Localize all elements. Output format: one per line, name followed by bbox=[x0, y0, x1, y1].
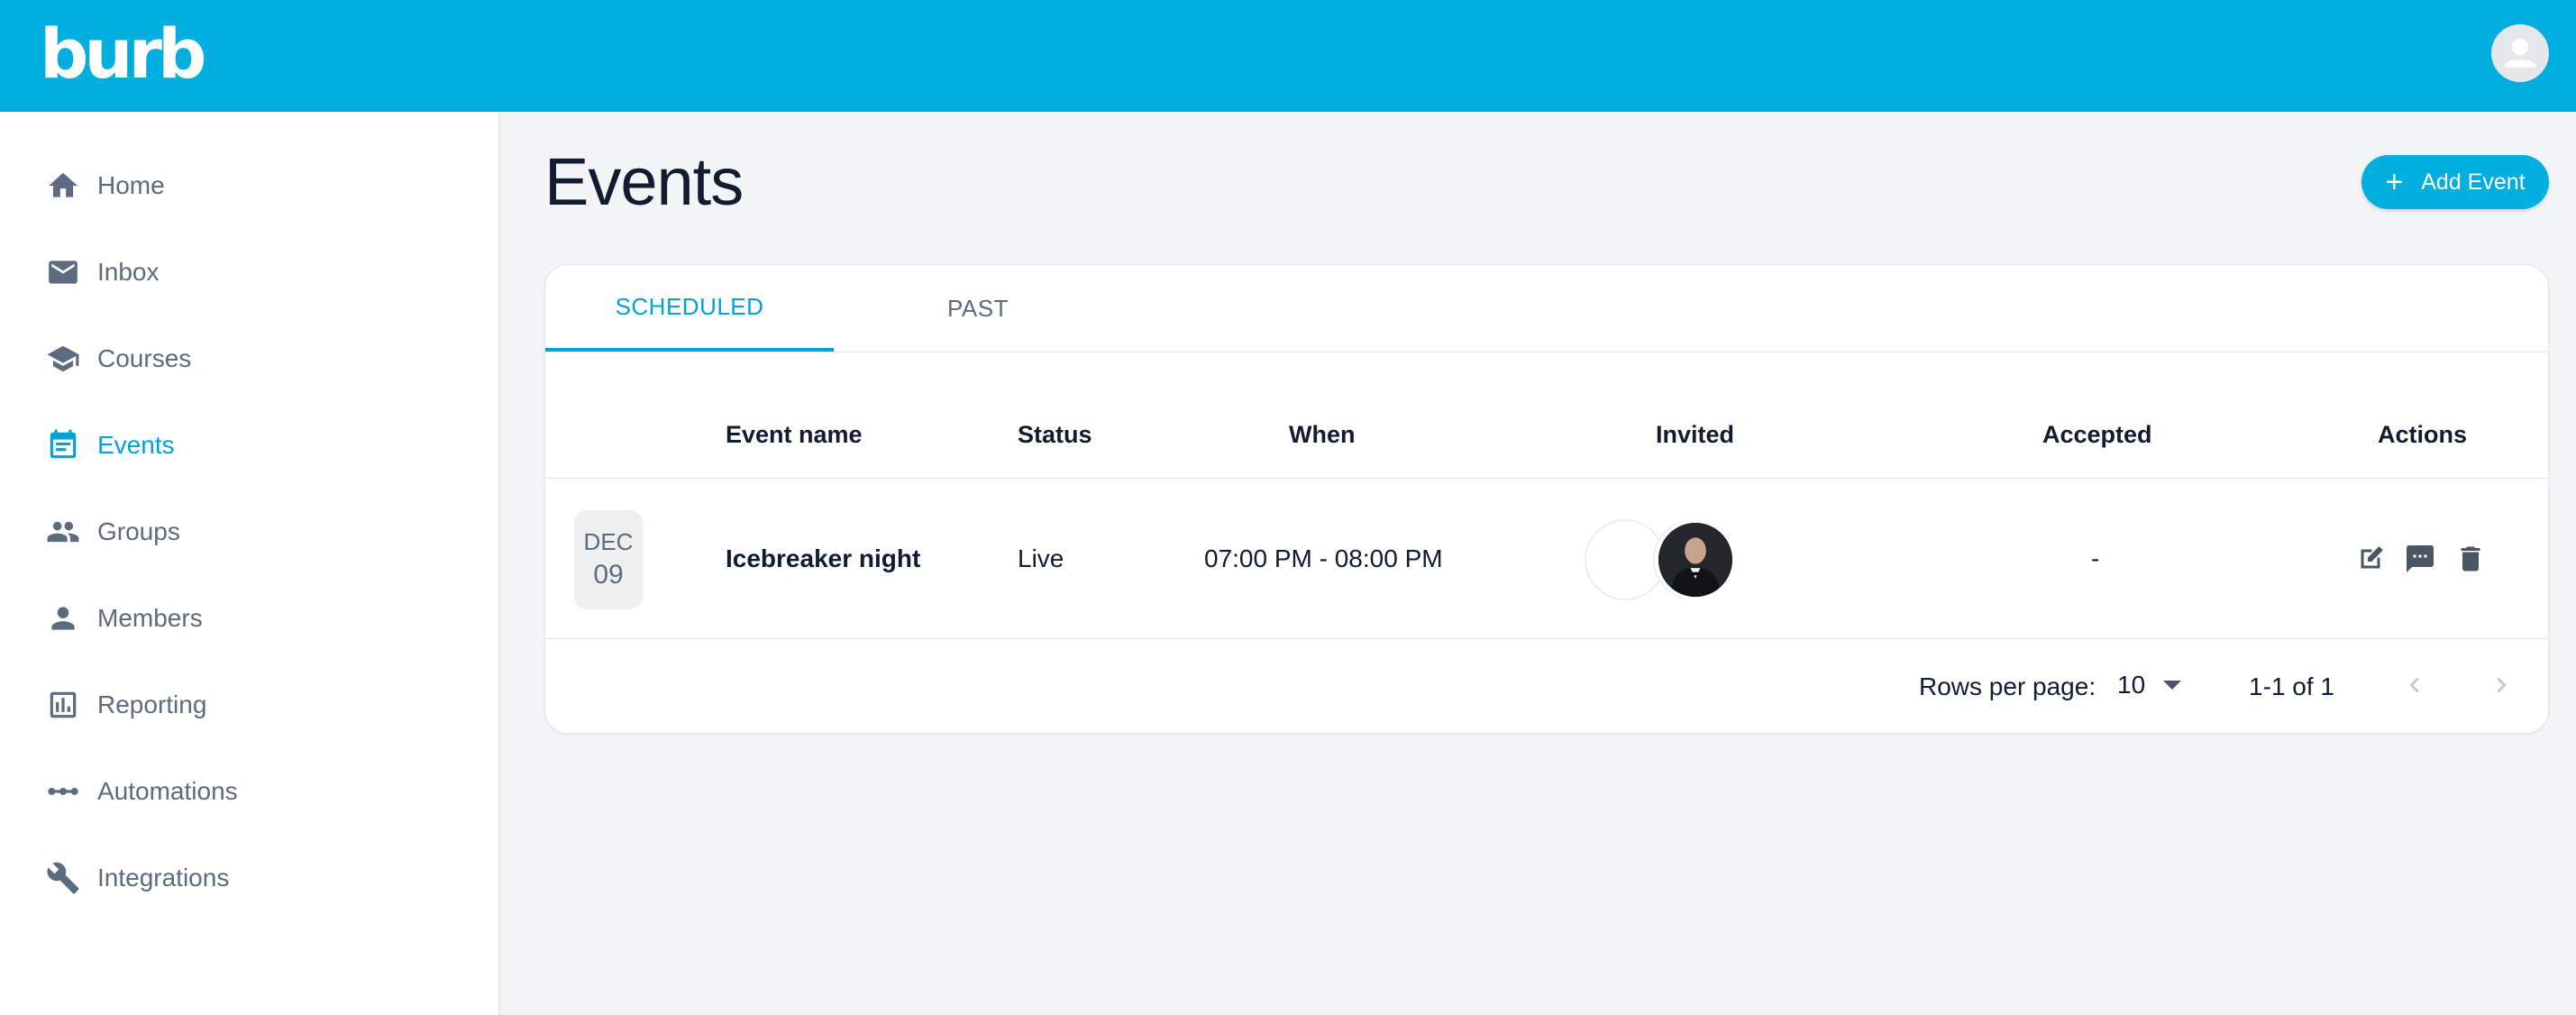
sidebar-item-courses[interactable]: Courses bbox=[0, 323, 498, 395]
next-page-button[interactable] bbox=[2483, 667, 2519, 703]
tab-scheduled[interactable]: SCHEDULED bbox=[545, 265, 834, 352]
column-header-when[interactable]: When bbox=[1289, 416, 1356, 453]
page-title: Events bbox=[544, 144, 744, 219]
column-header-invited[interactable]: Invited bbox=[1656, 416, 1734, 453]
rows-per-page-value: 10 bbox=[2117, 671, 2146, 699]
rows-per-page-label: Rows per page: bbox=[1919, 672, 2096, 700]
sidebar-item-inbox[interactable]: Inbox bbox=[0, 236, 498, 308]
top-bar: burb bbox=[0, 0, 2576, 112]
user-avatar-button[interactable] bbox=[2491, 24, 2549, 82]
user-avatar-icon bbox=[2505, 39, 2535, 68]
sidebar-item-label: Members bbox=[97, 604, 203, 632]
tab-past[interactable]: PAST bbox=[834, 265, 1122, 352]
wrench-icon bbox=[45, 860, 81, 896]
person-icon bbox=[45, 600, 81, 636]
automation-icon bbox=[45, 773, 81, 809]
column-header-event-name[interactable]: Event name bbox=[726, 416, 863, 453]
sidebar-item-label: Courses bbox=[97, 344, 192, 372]
person-photo-icon bbox=[1658, 523, 1732, 597]
sidebar-item-label: Inbox bbox=[97, 258, 160, 286]
people-icon bbox=[45, 514, 81, 550]
event-status: Live bbox=[1018, 544, 1064, 572]
sidebar-item-label: Integrations bbox=[97, 864, 230, 892]
delete-event-button[interactable] bbox=[2453, 541, 2489, 577]
event-accepted: - bbox=[2091, 544, 2100, 572]
edit-icon bbox=[2361, 546, 2383, 569]
add-event-button[interactable]: + Add Event bbox=[2361, 155, 2549, 209]
events-table-card: SCHEDULED PAST Event name Status When In… bbox=[544, 264, 2549, 734]
sidebar-item-members[interactable]: Members bbox=[0, 582, 498, 654]
sidebar-item-reporting[interactable]: Reporting bbox=[0, 669, 498, 741]
home-icon bbox=[45, 168, 81, 204]
message-event-button[interactable] bbox=[2402, 541, 2438, 577]
sidebar-item-label: Groups bbox=[97, 517, 180, 545]
event-when: 07:00 PM - 08:00 PM bbox=[1204, 544, 1443, 572]
chart-icon bbox=[45, 687, 81, 723]
edit-event-button[interactable] bbox=[2352, 541, 2389, 577]
chevron-right-icon bbox=[2497, 677, 2507, 693]
burb-logo[interactable]: burb bbox=[40, 9, 206, 99]
sidebar-item-groups[interactable]: Groups bbox=[0, 496, 498, 568]
column-header-actions: Actions bbox=[2378, 421, 2468, 448]
pagination-range: 1-1 of 1 bbox=[2249, 672, 2334, 700]
rows-per-page-select[interactable]: 10 bbox=[2117, 665, 2182, 705]
trash-icon bbox=[2461, 546, 2480, 572]
column-header-status[interactable]: Status bbox=[1018, 416, 1092, 453]
event-month: DEC bbox=[583, 528, 634, 555]
calendar-icon bbox=[45, 427, 81, 463]
mail-icon bbox=[45, 254, 81, 290]
event-date-badge: DEC 09 bbox=[574, 510, 643, 609]
chat-icon bbox=[2407, 545, 2434, 572]
row-divider bbox=[545, 638, 2548, 639]
school-icon bbox=[45, 341, 81, 377]
sidebar-item-label: Automations bbox=[97, 777, 238, 805]
sidebar-item-home[interactable]: Home bbox=[0, 150, 498, 222]
header-divider bbox=[545, 478, 2548, 479]
sidebar-item-integrations[interactable]: Integrations bbox=[0, 842, 498, 914]
sidebar-item-automations[interactable]: Automations bbox=[0, 755, 498, 828]
invited-avatar-photo[interactable] bbox=[1655, 519, 1736, 600]
sidebar: Home Inbox Courses Events Groups Members… bbox=[0, 112, 500, 1015]
sidebar-item-events[interactable]: Events bbox=[0, 409, 498, 481]
column-header-accepted[interactable]: Accepted bbox=[2042, 416, 2152, 453]
previous-page-button[interactable] bbox=[2397, 667, 2433, 703]
sidebar-item-label: Reporting bbox=[97, 690, 207, 718]
sidebar-item-label: Home bbox=[97, 171, 165, 199]
add-event-label: Add Event bbox=[2421, 169, 2526, 195]
event-name[interactable]: Icebreaker night bbox=[726, 541, 920, 577]
chevron-down-icon bbox=[2163, 681, 2182, 690]
chevron-left-icon bbox=[2409, 677, 2419, 693]
event-day: 09 bbox=[593, 560, 624, 590]
sidebar-item-label: Events bbox=[97, 431, 175, 459]
plus-icon: + bbox=[2385, 165, 2404, 199]
